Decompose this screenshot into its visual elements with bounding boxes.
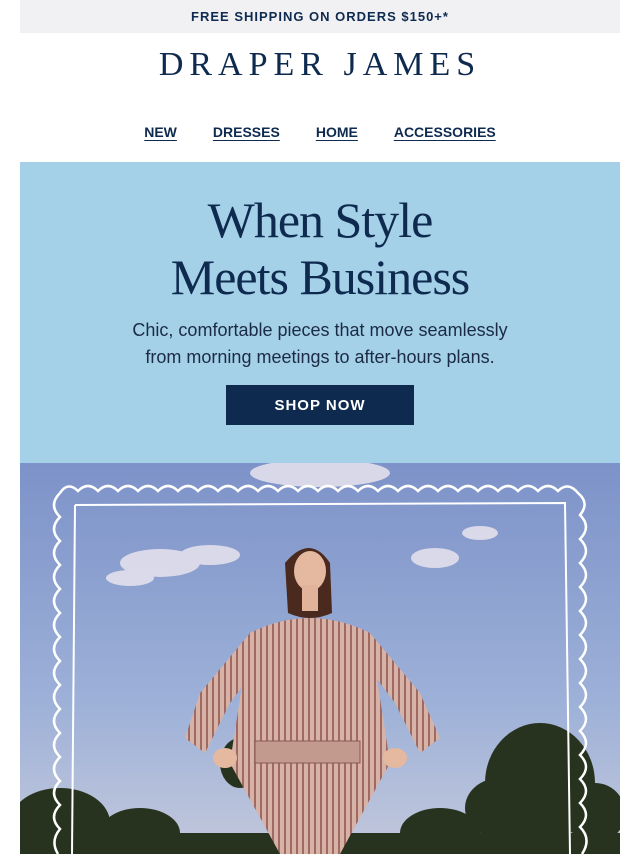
hero-photo[interactable] <box>20 463 620 854</box>
nav-item-accessories[interactable]: ACCESSORIES <box>394 124 496 140</box>
shipping-banner-text: FREE SHIPPING ON ORDERS $150+* <box>191 9 449 24</box>
nav-item-new[interactable]: NEW <box>144 124 177 140</box>
hero-body: Chic, comfortable pieces that move seaml… <box>100 317 540 371</box>
hero-headline: When Style Meets Business <box>20 192 620 306</box>
nav-item-dresses[interactable]: DRESSES <box>213 124 280 140</box>
main-nav: NEW DRESSES HOME ACCESSORIES <box>20 124 620 140</box>
hero-headline-line-2: Meets Business <box>170 249 470 305</box>
hero-body-line-2: from morning meetings to after-hours pla… <box>145 347 495 367</box>
shipping-banner[interactable]: FREE SHIPPING ON ORDERS $150+* <box>20 0 620 33</box>
shop-now-button[interactable]: SHOP NOW <box>226 385 414 425</box>
hero-section: When Style Meets Business Chic, comforta… <box>20 162 620 463</box>
hero-body-line-1: Chic, comfortable pieces that move seaml… <box>132 320 508 340</box>
brand-logo[interactable]: DRAPER JAMES <box>20 46 620 84</box>
hero-headline-line-1: When Style <box>207 192 434 248</box>
shop-now-label: SHOP NOW <box>274 396 366 414</box>
hero-photo-illustration <box>20 463 620 854</box>
nav-item-home[interactable]: HOME <box>316 124 358 140</box>
email-frame: FREE SHIPPING ON ORDERS $150+* DRAPER JA… <box>20 0 620 854</box>
